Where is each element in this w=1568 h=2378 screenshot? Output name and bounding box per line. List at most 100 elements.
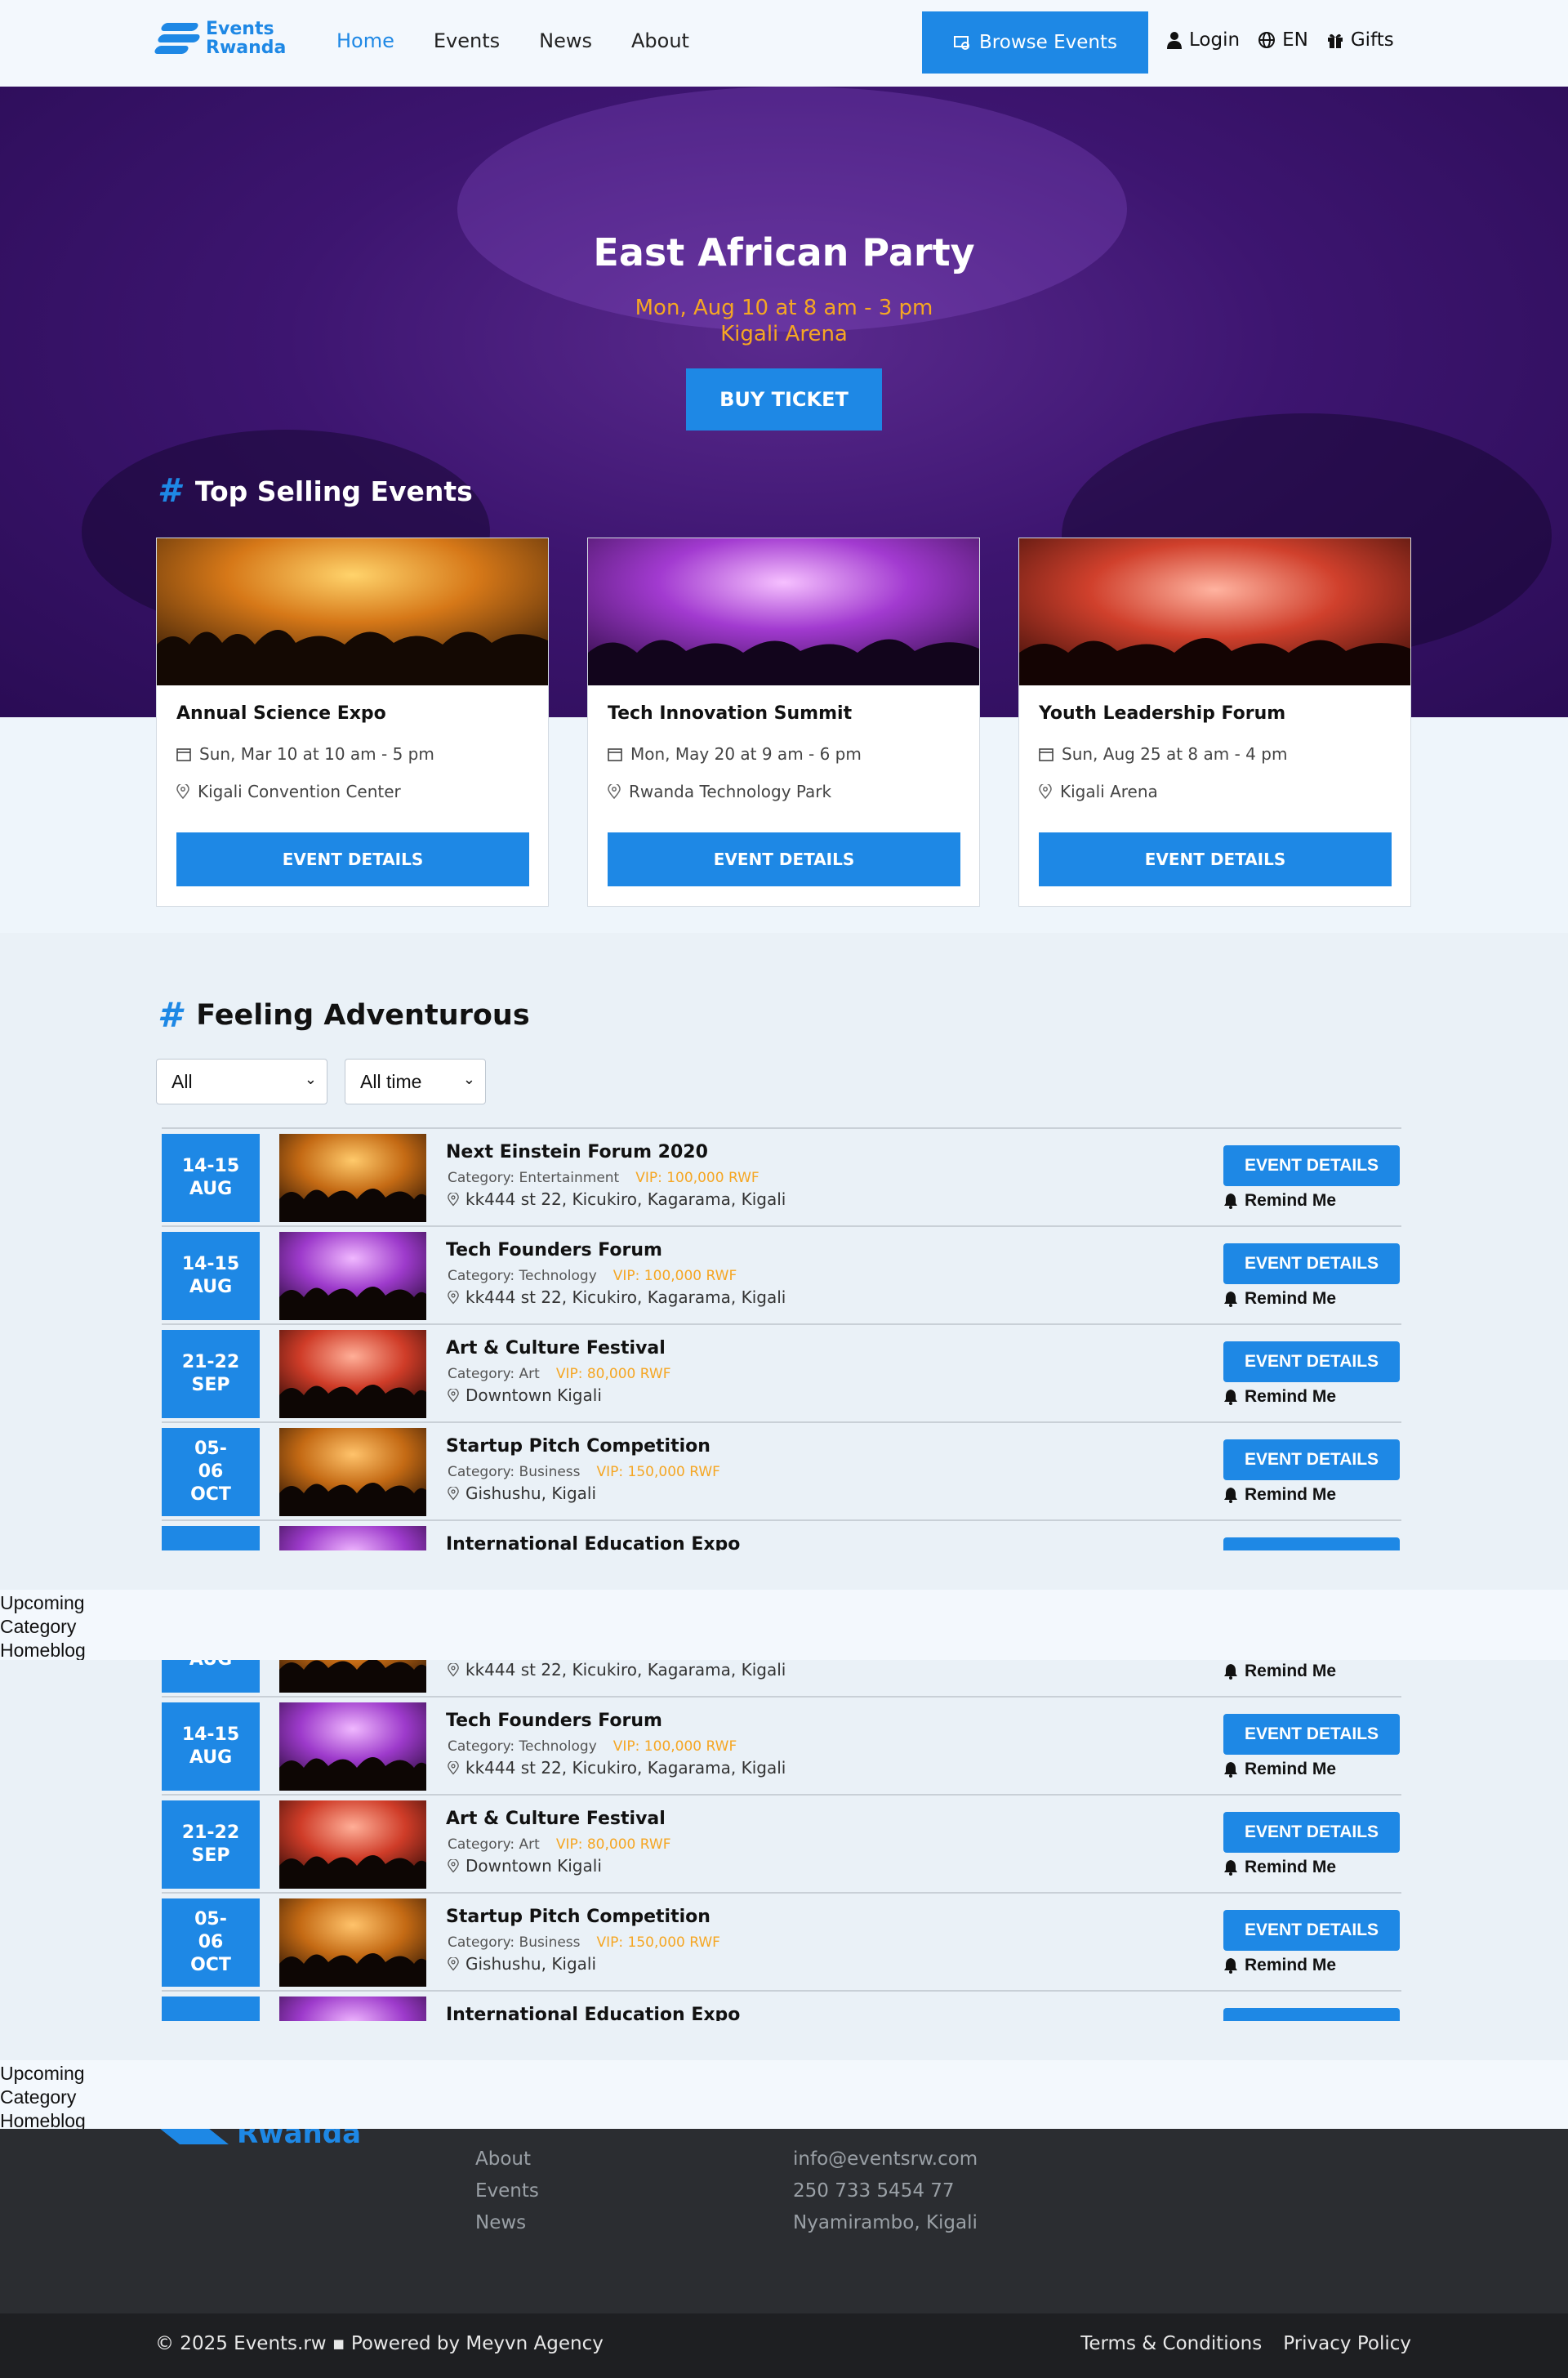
brand-line-1: Events (206, 19, 274, 39)
event-card[interactable]: Annual Science Expo Sun, Mar 10 at 10 am… (156, 538, 549, 907)
event-card-date-row: Sun, Aug 25 at 8 am - 4 pm (1039, 744, 1287, 764)
globe-icon (1258, 32, 1276, 48)
link-category[interactable]: Category (0, 1615, 1568, 1639)
event-date-badge: 14-15AUG (162, 1660, 260, 1693)
footer-link-events[interactable]: Events (475, 2175, 539, 2207)
event-title[interactable]: International Education Expo (446, 2005, 740, 2021)
remind-me-button[interactable]: Remind Me (1223, 1191, 1336, 1211)
event-card-date: Sun, Aug 25 at 8 am - 4 pm (1062, 744, 1288, 764)
gifts-link[interactable]: Gifts (1326, 29, 1394, 51)
language-selector[interactable]: EN (1258, 29, 1308, 51)
event-details-button[interactable]: EVENT DETAILS (1223, 1910, 1400, 1951)
site-logo[interactable]: Events Rwanda (153, 18, 286, 59)
link-homeblog[interactable]: Homeblog (0, 1639, 1568, 1662)
event-card-location: Kigali Convention Center (198, 782, 401, 801)
event-category: Category: Business (448, 1464, 581, 1480)
link-upcoming[interactable]: Upcoming (0, 1591, 1568, 1615)
time-filter-value: All time (360, 1070, 422, 1092)
event-location: kk444 st 22, Kicukiro, Kagarama, Kigali (466, 1758, 786, 1778)
quick-links: Upcoming Category Homeblog (0, 1590, 1568, 1662)
terms-link[interactable]: Terms & Conditions (1080, 2333, 1262, 2354)
logo-icon (153, 18, 202, 59)
event-row: 21-22 SEP Art & Culture Festival Category: … (162, 1794, 1401, 1892)
event-title[interactable]: Startup Pitch Competition (446, 1907, 710, 1927)
event-date-badge (162, 1526, 260, 1550)
event-details-button[interactable]: EVENT DETAILS (1223, 1439, 1400, 1480)
event-details-button[interactable]: EVENT DETAILS (1223, 2008, 1400, 2021)
footer-logo[interactable]: Rwanda (155, 2129, 361, 2150)
bell-icon (1224, 1193, 1237, 1209)
event-vip-price: VIP: 100,000 RWF (635, 1170, 760, 1186)
event-category-row: Category: Art VIP: 80,000 RWF (448, 1366, 670, 1382)
event-thumbnail (279, 1997, 426, 2021)
event-details-button[interactable]: EVENT DETAILS (1039, 832, 1392, 886)
event-category-row: Category: Art VIP: 80,000 RWF (448, 1836, 670, 1853)
event-card[interactable]: Tech Innovation Summit Mon, May 20 at 9 … (587, 538, 980, 907)
event-details-button[interactable]: EVENT DETAILS (1223, 1243, 1400, 1284)
footer-links: About Events News (475, 2144, 539, 2239)
event-title[interactable]: International Education Expo (446, 1534, 740, 1550)
hero-title: East African Party (593, 230, 975, 274)
event-date-badge: 05- 06 OCT (162, 1898, 260, 1987)
event-title[interactable]: Art & Culture Festival (446, 1338, 666, 1359)
event-title[interactable]: Next Einstein Forum 2020 (446, 1142, 708, 1162)
link-category[interactable]: Category (0, 2086, 1568, 2109)
event-category-row: Category: Technology VIP: 100,000 RWF (448, 1268, 737, 1284)
remind-me-button[interactable]: Remind Me (1223, 1956, 1336, 1975)
footer-phone: 250 733 5454 77 (793, 2180, 955, 2202)
calendar-icon (1039, 748, 1054, 761)
privacy-link[interactable]: Privacy Policy (1283, 2333, 1411, 2354)
remind-me-button[interactable]: Remind Me (1223, 1485, 1336, 1505)
location-pin-icon (176, 784, 189, 799)
event-date-line: 06 (198, 1932, 224, 1952)
footer-link-news[interactable]: News (475, 2207, 539, 2239)
quick-links: Upcoming Category Homeblog (0, 2060, 1568, 2131)
nav-home[interactable]: Home (336, 29, 394, 52)
bell-icon (1224, 1860, 1237, 1876)
browse-events-button[interactable]: Browse Events (922, 11, 1148, 74)
time-filter-select[interactable]: All time ⌄ (345, 1059, 486, 1104)
event-row: 14-15AUGNext Einstein Forum 2020Category… (162, 1660, 1401, 1696)
footer-brand: Rwanda (237, 2129, 362, 2150)
footer-link-about[interactable]: About (475, 2144, 539, 2175)
event-title[interactable]: Tech Founders Forum (446, 1711, 662, 1731)
event-card-location: Kigali Arena (1060, 782, 1158, 801)
browse-events-label: Browse Events (979, 32, 1117, 53)
event-thumbnail (279, 1428, 426, 1516)
event-details-button[interactable]: EVENT DETAILS (1223, 1812, 1400, 1853)
event-vip-price: VIP: 80,000 RWF (555, 1366, 671, 1382)
location-pin-icon (448, 1192, 459, 1206)
category-filter-select[interactable]: All ⌄ (156, 1059, 327, 1104)
event-title[interactable]: Art & Culture Festival (446, 1809, 666, 1829)
event-title[interactable]: Startup Pitch Competition (446, 1436, 710, 1457)
event-details-button[interactable]: EVENT DETAILS (1223, 1714, 1400, 1755)
event-location: kk444 st 22, Kicukiro, Kagarama, Kigali (466, 1189, 786, 1209)
buy-ticket-button[interactable]: BUY TICKET (686, 368, 882, 431)
event-card[interactable]: Youth Leadership Forum Sun, Aug 25 at 8 … (1018, 538, 1411, 907)
event-details-button[interactable]: EVENT DETAILS (1223, 1537, 1400, 1550)
event-title[interactable]: Tech Founders Forum (446, 1240, 662, 1260)
remind-me-button[interactable]: Remind Me (1223, 1858, 1336, 1877)
footer-email[interactable]: info@eventsrw.com (793, 2144, 978, 2175)
remind-me-button[interactable]: Remind Me (1223, 1387, 1336, 1407)
event-details-button[interactable]: EVENT DETAILS (176, 832, 529, 886)
location-pin-icon (448, 1956, 459, 1970)
event-list: 14-15 AUG Next Einstein Forum 2020 Category… (162, 1127, 1401, 1550)
remind-me-button[interactable]: Remind Me (1223, 1662, 1336, 1681)
event-details-button[interactable]: EVENT DETAILS (1223, 1341, 1400, 1382)
copyright-text: © 2025 Events.rw ▪ Powered by Meyvn Agen… (155, 2333, 604, 2354)
event-date-line: OCT (190, 1955, 231, 1975)
nav-news[interactable]: News (539, 29, 592, 52)
login-link[interactable]: Login (1166, 29, 1240, 51)
nav-about[interactable]: About (631, 29, 689, 52)
event-details-button[interactable]: EVENT DETAILS (1223, 1145, 1400, 1186)
chevron-down-icon: ⌄ (304, 1071, 317, 1087)
event-category: Category: Entertainment (448, 1170, 620, 1186)
event-location-row: Downtown Kigali (448, 1385, 602, 1405)
remind-me-button[interactable]: Remind Me (1223, 1289, 1336, 1309)
location-pin-icon (448, 1290, 459, 1304)
remind-me-button[interactable]: Remind Me (1223, 1760, 1336, 1779)
nav-events[interactable]: Events (434, 29, 500, 52)
event-details-button[interactable]: EVENT DETAILS (608, 832, 960, 886)
link-upcoming[interactable]: Upcoming (0, 2062, 1568, 2086)
